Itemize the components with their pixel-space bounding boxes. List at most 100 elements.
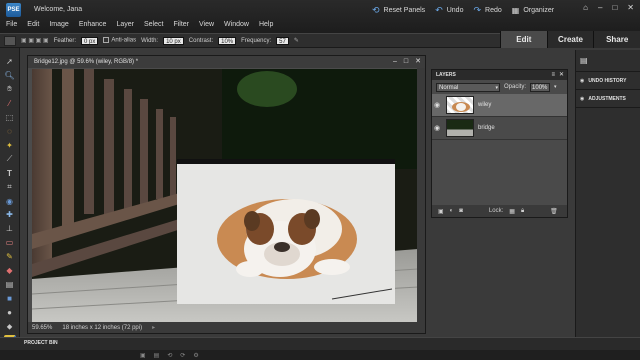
project-bin-label[interactable]: PROJECT BIN xyxy=(24,340,58,346)
bin-settings-icon[interactable]: ⚙︎ xyxy=(193,352,198,359)
doc-maximize-icon[interactable]: □ xyxy=(404,56,408,68)
opacity-slider-icon[interactable]: ▾ xyxy=(554,84,557,90)
selection-brush-tool-icon[interactable]: ⟋ xyxy=(4,154,16,165)
doc-minimize-icon[interactable]: – xyxy=(393,56,397,68)
lock-label: Lock: xyxy=(488,208,504,214)
panel-bin: ▤ ◉ UNDO HISTORY ◉ ADJUSTMENTS xyxy=(575,50,640,346)
organizer-button[interactable]: ▦ Organizer xyxy=(512,6,554,15)
adjustments-label: ADJUSTMENTS xyxy=(588,95,626,102)
layer-name: wiley xyxy=(478,102,492,108)
frequency-field[interactable]: 57 xyxy=(276,36,289,45)
canvas-image xyxy=(32,69,418,323)
adjustments-icon: ◉ xyxy=(580,95,585,102)
move-tool-icon[interactable]: ➚ xyxy=(4,56,16,67)
menu-enhance[interactable]: Enhance xyxy=(79,21,107,28)
eraser-tool-icon[interactable]: ▭ xyxy=(4,237,16,248)
tab-share[interactable]: Share xyxy=(593,31,640,48)
blend-mode-value: Normal xyxy=(439,84,459,91)
lasso-tool-icon[interactable]: ◌ xyxy=(4,126,16,137)
home-icon[interactable]: ⌂ xyxy=(583,3,588,12)
bin-rotate-icon[interactable]: ⟲ xyxy=(167,352,172,359)
menu-edit[interactable]: Edit xyxy=(27,21,39,28)
layers-panel-header[interactable]: LAYERS ≡ ✕ xyxy=(432,70,567,80)
status-menu-arrow-icon[interactable]: ▸ xyxy=(152,324,155,331)
new-layer-icon[interactable]: ▣ xyxy=(438,208,444,215)
sponge-tool-icon[interactable]: ⬥ xyxy=(4,321,16,332)
layer-row-wiley[interactable]: ◉ wiley xyxy=(432,94,567,117)
brush-tool-icon[interactable]: ✎ xyxy=(4,251,16,262)
menu-image[interactable]: Image xyxy=(49,21,68,28)
menu-help[interactable]: Help xyxy=(259,21,273,28)
crop-tool-icon[interactable]: ⌗ xyxy=(4,182,16,193)
panel-menu-icon[interactable]: ≡ xyxy=(551,70,555,80)
type-tool-icon[interactable]: T xyxy=(4,168,16,179)
doc-close-icon[interactable]: ✕ xyxy=(415,56,421,68)
title-bar: PSE Welcome, Jana File Edit Image Enhanc… xyxy=(0,0,640,33)
paint-bucket-tool-icon[interactable]: ◆ xyxy=(4,265,16,276)
clone-stamp-tool-icon[interactable]: ⊥ xyxy=(4,223,16,234)
toolbox: ➚ 🔍︎ ✋︎ ⁄ ⬚ ◌ ✦ ⟋ T ⌗ ◉ ✚ ⊥ ▭ ✎ ◆ ▤ ■ ● … xyxy=(0,48,20,347)
adjustments-panel[interactable]: ◉ ADJUSTMENTS xyxy=(576,90,640,108)
opacity-field[interactable]: 100% xyxy=(530,82,551,92)
shape-tool-icon[interactable]: ■ xyxy=(4,293,16,304)
layer-mask-icon[interactable]: ◙ xyxy=(459,208,463,214)
reset-panels-icon: ⟲ xyxy=(372,5,380,15)
menu-window[interactable]: Window xyxy=(224,21,249,28)
menu-layer[interactable]: Layer xyxy=(116,21,134,28)
document-tab[interactable]: Bridge12.jpg @ 59.6% (wiley, RGB/8) * – … xyxy=(28,56,425,68)
delete-layer-icon[interactable]: 🗑︎ xyxy=(550,208,558,215)
antialias-checkbox[interactable]: Anti-alias xyxy=(103,37,136,44)
menu-view[interactable]: View xyxy=(199,21,214,28)
contrast-field[interactable]: 10% xyxy=(218,36,237,45)
magic-wand-tool-icon[interactable]: ✦ xyxy=(4,140,16,151)
pen-pressure-icon[interactable]: ✎ xyxy=(294,37,299,44)
width-field[interactable]: 10 px xyxy=(163,36,184,45)
selection-mode-icon[interactable]: ▣ ▣ ▣ ▣ xyxy=(21,37,49,44)
bin-open-icon[interactable]: ▣ xyxy=(140,352,146,359)
vertical-scrollbar[interactable] xyxy=(417,68,425,324)
chevron-down-icon: ▾ xyxy=(495,84,498,91)
tab-edit[interactable]: Edit xyxy=(500,31,547,48)
lock-all-icon[interactable]: 🔒︎ xyxy=(521,208,524,215)
panel-bin-toggle[interactable]: ▤ xyxy=(576,50,640,72)
undo-label: Undo xyxy=(446,7,464,14)
undo-icon: ↶ xyxy=(435,5,443,15)
redo-button[interactable]: ↷ Redo xyxy=(473,5,501,16)
bin-rotate-right-icon[interactable]: ⟳ xyxy=(180,352,185,359)
layer-row-bridge[interactable]: ◉ bridge xyxy=(432,117,567,140)
blur-tool-icon[interactable]: ● xyxy=(4,307,16,318)
layers-panel-footer: ▣ ◐ ◙ Lock: ▦ 🔒︎ 🗑︎ xyxy=(432,205,567,217)
image-canvas[interactable] xyxy=(32,69,418,323)
visibility-eye-icon[interactable]: ◉ xyxy=(432,124,442,132)
visibility-eye-icon[interactable]: ◉ xyxy=(432,101,442,109)
minimize-icon[interactable]: – xyxy=(598,3,602,12)
panel-close-icon[interactable]: ✕ xyxy=(559,70,564,80)
window-controls: ⌂ – □ ✕ xyxy=(583,3,634,12)
zoom-tool-icon[interactable]: 🔍︎ xyxy=(4,70,16,81)
menu-select[interactable]: Select xyxy=(144,21,163,28)
lock-pixels-icon[interactable]: ▦ xyxy=(509,208,515,215)
undo-history-label: UNDO HISTORY xyxy=(588,77,627,84)
hand-tool-icon[interactable]: ✋︎ xyxy=(4,84,16,95)
close-icon[interactable]: ✕ xyxy=(627,3,634,12)
adjustment-layer-icon[interactable]: ◐ xyxy=(450,208,454,214)
zoom-level[interactable]: 59.65% xyxy=(32,325,52,331)
tool-preset-picker[interactable] xyxy=(4,35,16,46)
eyedropper-tool-icon[interactable]: ⁄ xyxy=(4,98,16,109)
bin-new-icon[interactable]: ▤ xyxy=(154,352,160,359)
maximize-icon[interactable]: □ xyxy=(612,3,617,12)
menu-filter[interactable]: Filter xyxy=(173,21,189,28)
gradient-tool-icon[interactable]: ▤ xyxy=(4,279,16,290)
marquee-tool-icon[interactable]: ⬚ xyxy=(4,112,16,123)
feather-field[interactable]: 0 px xyxy=(81,36,99,45)
undo-button[interactable]: ↶ Undo xyxy=(435,5,463,16)
opacity-label: Opacity: xyxy=(504,84,527,90)
spot-healing-tool-icon[interactable]: ✚ xyxy=(4,209,16,220)
undo-history-icon: ◉ xyxy=(580,77,585,84)
undo-history-panel[interactable]: ◉ UNDO HISTORY xyxy=(576,72,640,90)
tab-create[interactable]: Create xyxy=(546,31,594,48)
menu-file[interactable]: File xyxy=(6,21,17,28)
reset-panels-button[interactable]: ⟲ Reset Panels xyxy=(372,5,425,16)
blend-mode-select[interactable]: Normal ▾ xyxy=(436,82,500,92)
red-eye-tool-icon[interactable]: ◉ xyxy=(4,196,16,207)
